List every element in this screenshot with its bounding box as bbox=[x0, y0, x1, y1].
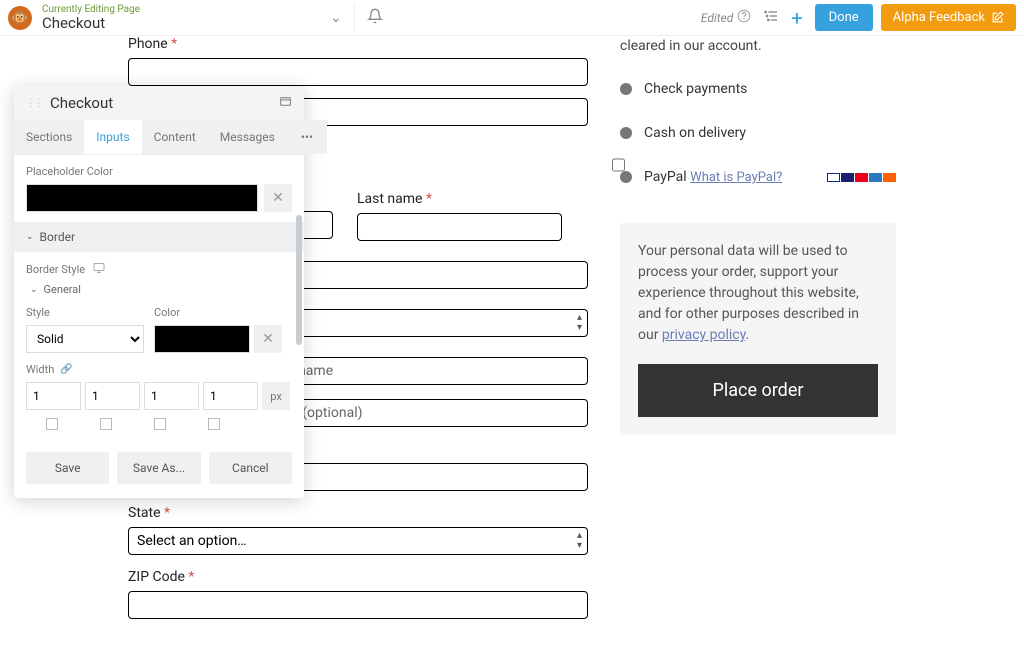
pay-option-paypal[interactable]: PayPal What is PayPal? bbox=[620, 155, 896, 199]
side-top-icon bbox=[46, 418, 58, 430]
pay-option-check[interactable]: Check payments bbox=[620, 67, 896, 111]
phone-input[interactable] bbox=[128, 58, 588, 86]
outline-icon[interactable] bbox=[763, 8, 779, 28]
add-icon[interactable]: + bbox=[791, 6, 802, 30]
done-button[interactable]: Done bbox=[815, 4, 873, 31]
style-label: Style bbox=[26, 306, 144, 319]
border-style-select[interactable]: Solid bbox=[26, 325, 144, 353]
tab-content[interactable]: Content bbox=[142, 120, 208, 154]
page-canvas: Phone * dress? Last name * ▴▾ bbox=[0, 36, 1024, 671]
radio-icon bbox=[620, 171, 632, 183]
privacy-box: Your personal data will be used to proce… bbox=[620, 223, 896, 435]
color-label: Color bbox=[154, 306, 282, 319]
border-style-label: Border Style bbox=[26, 263, 85, 276]
privacy-text: Your personal data will be used to proce… bbox=[638, 241, 878, 346]
responsive-icon[interactable] bbox=[93, 262, 105, 277]
border-accordion[interactable]: ⌄ Border bbox=[14, 222, 304, 252]
width-left-input[interactable] bbox=[203, 382, 258, 410]
save-button[interactable]: Save bbox=[26, 452, 109, 484]
radio-icon bbox=[620, 83, 632, 95]
payment-panel: cleared in our account. Check payments C… bbox=[620, 36, 896, 435]
window-icon[interactable] bbox=[279, 95, 292, 112]
general-accordion[interactable]: ⌄ General bbox=[30, 283, 292, 296]
zip-input[interactable] bbox=[128, 591, 588, 619]
placeholder-color-swatch[interactable] bbox=[26, 184, 258, 212]
clear-color-button[interactable]: ✕ bbox=[254, 325, 282, 353]
drag-grip-icon[interactable]: ⋮⋮ bbox=[26, 98, 42, 109]
panel-header[interactable]: ⋮⋮ Checkout bbox=[14, 86, 304, 120]
style-editor-panel: ⋮⋮ Checkout Sections Inputs Content Mess… bbox=[14, 86, 304, 498]
panel-body: Placeholder Color ✕ ⌄ Border Border Styl… bbox=[14, 155, 304, 430]
cancel-button[interactable]: Cancel bbox=[209, 452, 292, 484]
alpha-feedback-button[interactable]: Alpha Feedback bbox=[881, 4, 1016, 31]
width-label: Width bbox=[26, 363, 54, 376]
top-bar: 🐵 Currently Editing Page Checkout ⌄ Edit… bbox=[0, 0, 1024, 36]
bank-cleared-text: cleared in our account. bbox=[620, 36, 896, 67]
alpha-feedback-label: Alpha Feedback bbox=[893, 10, 985, 25]
chevron-down-icon: ⌄ bbox=[26, 232, 34, 242]
page-context[interactable]: Currently Editing Page Checkout bbox=[42, 4, 140, 32]
side-bottom-icon bbox=[154, 418, 166, 430]
zip-label: ZIP Code * bbox=[128, 569, 605, 585]
clear-color-button[interactable]: ✕ bbox=[264, 184, 292, 212]
panel-title: Checkout bbox=[50, 94, 279, 112]
link-values-icon[interactable]: 🔗 bbox=[60, 364, 72, 375]
tab-inputs[interactable]: Inputs bbox=[84, 120, 141, 154]
paypal-whatis-link[interactable]: What is PayPal? bbox=[690, 170, 782, 185]
tab-more-icon[interactable]: ••• bbox=[287, 120, 327, 154]
last-name-input[interactable] bbox=[357, 213, 562, 241]
border-color-swatch[interactable] bbox=[154, 325, 250, 353]
width-top-input[interactable] bbox=[26, 382, 81, 410]
app-logo: 🐵 bbox=[8, 6, 32, 30]
width-unit[interactable]: px bbox=[262, 382, 290, 410]
width-bottom-input[interactable] bbox=[144, 382, 199, 410]
state-label: State * bbox=[128, 505, 605, 521]
side-left-icon bbox=[208, 418, 220, 430]
privacy-policy-link[interactable]: privacy policy bbox=[662, 327, 746, 343]
edited-indicator: Edited bbox=[701, 11, 733, 25]
page-title: Checkout bbox=[42, 15, 140, 32]
divider bbox=[354, 4, 355, 32]
width-right-input[interactable] bbox=[85, 382, 140, 410]
card-brand-icons bbox=[827, 173, 896, 182]
tab-messages[interactable]: Messages bbox=[208, 120, 287, 154]
radio-icon bbox=[620, 127, 632, 139]
panel-footer: Save Save As... Cancel bbox=[14, 442, 304, 498]
save-as-button[interactable]: Save As... bbox=[117, 452, 200, 484]
edit-icon bbox=[991, 11, 1004, 24]
scrollbar[interactable] bbox=[296, 215, 302, 435]
panel-tabs: Sections Inputs Content Messages ••• bbox=[14, 120, 304, 155]
pay-option-cod[interactable]: Cash on delivery bbox=[620, 111, 896, 155]
side-right-icon bbox=[100, 418, 112, 430]
chevron-down-icon: ⌄ bbox=[30, 285, 38, 295]
placeholder-color-label: Placeholder Color bbox=[26, 165, 292, 178]
state-select[interactable]: Select an option… bbox=[128, 527, 588, 555]
place-order-button[interactable]: Place order bbox=[638, 364, 878, 417]
phone-label: Phone * bbox=[128, 36, 605, 52]
help-icon[interactable] bbox=[737, 9, 751, 27]
notifications-icon[interactable] bbox=[367, 8, 383, 28]
page-dropdown-icon[interactable]: ⌄ bbox=[330, 10, 342, 26]
tab-sections[interactable]: Sections bbox=[14, 120, 84, 154]
last-name-label: Last name * bbox=[357, 191, 562, 207]
